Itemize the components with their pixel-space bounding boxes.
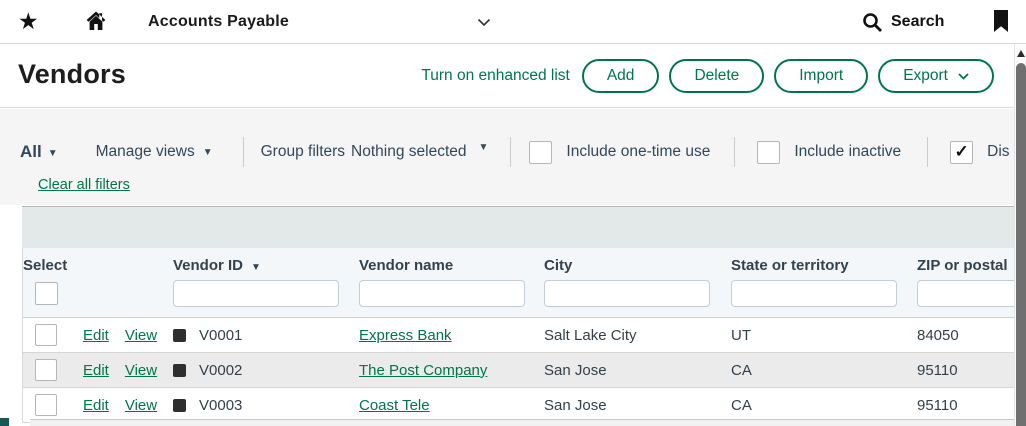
bottom-corner-accent bbox=[0, 418, 9, 426]
edit-link[interactable]: Edit bbox=[83, 327, 109, 344]
import-button[interactable]: Import bbox=[774, 59, 868, 93]
triangle-down-icon: ▼ bbox=[48, 148, 58, 159]
city-cell: San Jose bbox=[544, 362, 731, 379]
view-link[interactable]: View bbox=[125, 397, 157, 414]
city-cell: Salt Lake City bbox=[544, 327, 731, 344]
enhanced-list-link[interactable]: Turn on enhanced list bbox=[421, 67, 570, 85]
table-toolbar-strip bbox=[22, 206, 1014, 248]
table-row: Edit View V0003 Coast Tele San Jose CA 9… bbox=[23, 388, 1014, 423]
edit-link[interactable]: Edit bbox=[83, 362, 109, 379]
display-checkbox-group[interactable]: Dis bbox=[950, 141, 1009, 164]
app-menu-label: Accounts Payable bbox=[148, 13, 289, 31]
row-checkbox[interactable] bbox=[35, 394, 57, 416]
table-header-row: Select Vendor ID▼ Vendor name City State… bbox=[23, 248, 1014, 274]
chevron-down-icon bbox=[477, 18, 491, 27]
zip-cell: 95110 bbox=[917, 397, 1014, 414]
page-title: Vendors bbox=[18, 59, 126, 90]
divider bbox=[927, 137, 928, 167]
checkbox-checked[interactable] bbox=[950, 141, 973, 164]
city-filter-input[interactable] bbox=[544, 280, 710, 307]
group-filters-dropdown[interactable]: Group filters Nothing selected ▼ bbox=[261, 143, 489, 161]
add-button[interactable]: Add bbox=[582, 59, 660, 93]
state-filter-input[interactable] bbox=[731, 280, 897, 307]
vendor-name-link[interactable]: The Post Company bbox=[359, 362, 544, 379]
state-cell: CA bbox=[731, 362, 917, 379]
state-cell: UT bbox=[731, 327, 917, 344]
checkbox-unchecked[interactable] bbox=[757, 141, 780, 164]
vertical-scrollbar[interactable] bbox=[1014, 44, 1026, 426]
sort-triangle-icon: ▼ bbox=[251, 262, 261, 273]
favorites-star-icon[interactable]: ★ bbox=[18, 7, 39, 35]
triangle-down-icon: ▼ bbox=[203, 147, 213, 158]
record-square-icon bbox=[173, 329, 186, 342]
checkbox-unchecked[interactable] bbox=[529, 141, 552, 164]
scroll-up-arrow-icon[interactable] bbox=[1017, 50, 1025, 57]
search-label: Search bbox=[891, 13, 944, 31]
vendor-name-link[interactable]: Coast Tele bbox=[359, 397, 544, 414]
column-header-city[interactable]: City bbox=[544, 257, 731, 274]
vendor-id: V0001 bbox=[199, 327, 242, 344]
column-header-select: Select bbox=[23, 257, 173, 274]
vendor-id-filter-input[interactable] bbox=[173, 280, 339, 307]
header-actions: Turn on enhanced list Add Delete Import … bbox=[421, 59, 994, 93]
view-link[interactable]: View bbox=[125, 362, 157, 379]
vendor-id: V0003 bbox=[199, 397, 242, 414]
filter-section: All▼ Manage views▼ Group filters Nothing… bbox=[0, 109, 1014, 205]
group-filters-label: Group filters bbox=[261, 143, 345, 161]
delete-button[interactable]: Delete bbox=[669, 59, 764, 93]
table-row: Edit View V0002 The Post Company San Jos… bbox=[23, 353, 1014, 388]
record-square-icon bbox=[173, 364, 186, 377]
column-header-vendor-id[interactable]: Vendor ID▼ bbox=[173, 257, 359, 274]
edit-link[interactable]: Edit bbox=[83, 397, 109, 414]
divider bbox=[510, 137, 511, 167]
divider bbox=[243, 137, 244, 167]
group-filters-value: Nothing selected bbox=[351, 143, 466, 161]
column-header-state[interactable]: State or territory bbox=[731, 257, 917, 274]
filter-row: All▼ Manage views▼ Group filters Nothing… bbox=[0, 137, 1014, 167]
view-dropdown[interactable]: All▼ bbox=[20, 142, 58, 162]
column-header-zip[interactable]: ZIP or postal bbox=[917, 257, 1014, 274]
top-bar: ★ Accounts Payable Search bbox=[0, 0, 1026, 44]
view-link[interactable]: View bbox=[125, 327, 157, 344]
bookmark-icon[interactable] bbox=[993, 10, 1009, 33]
select-all-checkbox[interactable] bbox=[35, 282, 58, 305]
scrollbar-thumb[interactable] bbox=[1016, 63, 1026, 426]
state-cell: CA bbox=[731, 397, 917, 414]
divider bbox=[734, 137, 735, 167]
zip-filter-input[interactable] bbox=[917, 280, 1014, 307]
vendors-table: Select Vendor ID▼ Vendor name City State… bbox=[22, 248, 1014, 423]
vendor-name-link[interactable]: Express Bank bbox=[359, 327, 544, 344]
table-row: Edit View V0001 Express Bank Salt Lake C… bbox=[23, 318, 1014, 353]
include-inactive-checkbox-group[interactable]: Include inactive bbox=[757, 141, 901, 164]
record-square-icon bbox=[173, 399, 186, 412]
home-icon[interactable] bbox=[84, 9, 108, 33]
clear-all-filters-link[interactable]: Clear all filters bbox=[38, 177, 130, 193]
triangle-down-icon: ▼ bbox=[479, 142, 489, 160]
zip-cell: 84050 bbox=[917, 327, 1014, 344]
table-filter-row bbox=[23, 274, 1014, 318]
search-icon bbox=[862, 12, 883, 33]
include-one-time-use-checkbox-group[interactable]: Include one-time use bbox=[529, 141, 710, 164]
column-header-vendor-name[interactable]: Vendor name bbox=[359, 257, 544, 274]
manage-views-dropdown[interactable]: Manage views▼ bbox=[96, 143, 213, 161]
app-menu-dropdown[interactable]: Accounts Payable bbox=[148, 0, 491, 44]
page-header: Vendors Turn on enhanced list Add Delete… bbox=[0, 45, 1026, 108]
vendor-id: V0002 bbox=[199, 362, 242, 379]
row-checkbox[interactable] bbox=[35, 359, 57, 381]
city-cell: San Jose bbox=[544, 397, 731, 414]
search-button[interactable]: Search bbox=[862, 0, 944, 44]
bottom-strip bbox=[30, 419, 1014, 426]
row-checkbox[interactable] bbox=[35, 324, 57, 346]
zip-cell: 95110 bbox=[917, 362, 1014, 379]
export-button[interactable]: Export bbox=[878, 59, 994, 93]
vendor-name-filter-input[interactable] bbox=[359, 280, 525, 307]
chevron-down-icon bbox=[958, 73, 969, 80]
